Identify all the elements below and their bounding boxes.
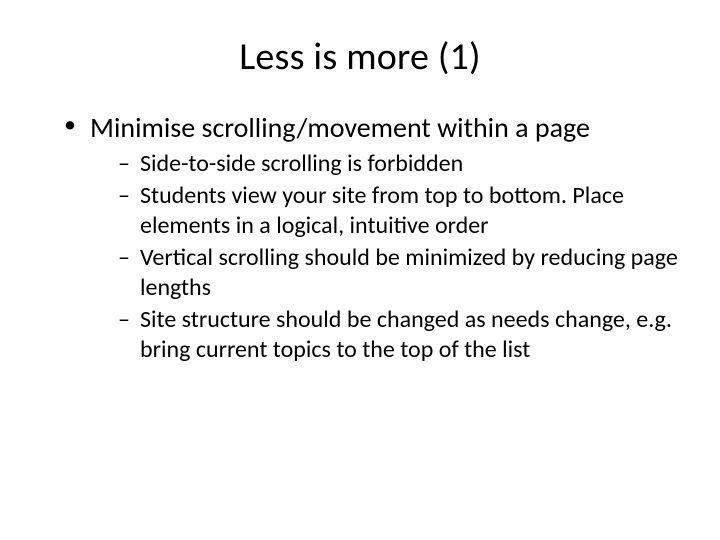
sub-bullet-text: Site structure should be changed as need… bbox=[140, 305, 672, 364]
slide-title: Less is more (1) bbox=[40, 34, 680, 80]
slide: Less is more (1) Minimise scrolling/move… bbox=[0, 0, 720, 540]
sub-bullet-text: Vertical scrolling should be minimized b… bbox=[140, 243, 678, 302]
sub-bullet-item: Side-to-side scrolling is forbidden bbox=[118, 149, 680, 179]
sub-bullet-text: Students view your site from top to bott… bbox=[140, 181, 624, 240]
sub-bullet-item: Students view your site from top to bott… bbox=[118, 181, 680, 241]
sub-bullet-item: Vertical scrolling should be minimized b… bbox=[118, 243, 680, 303]
bullet-item: Minimise scrolling/movement within a pag… bbox=[68, 110, 680, 365]
bullet-text: Minimise scrolling/movement within a pag… bbox=[90, 110, 590, 145]
sub-bullet-item: Site structure should be changed as need… bbox=[118, 305, 680, 365]
bullet-list-level-1: Minimise scrolling/movement within a pag… bbox=[40, 110, 680, 365]
sub-bullet-text: Side-to-side scrolling is forbidden bbox=[140, 149, 463, 178]
bullet-list-level-2: Side-to-side scrolling is forbidden Stud… bbox=[90, 149, 680, 365]
